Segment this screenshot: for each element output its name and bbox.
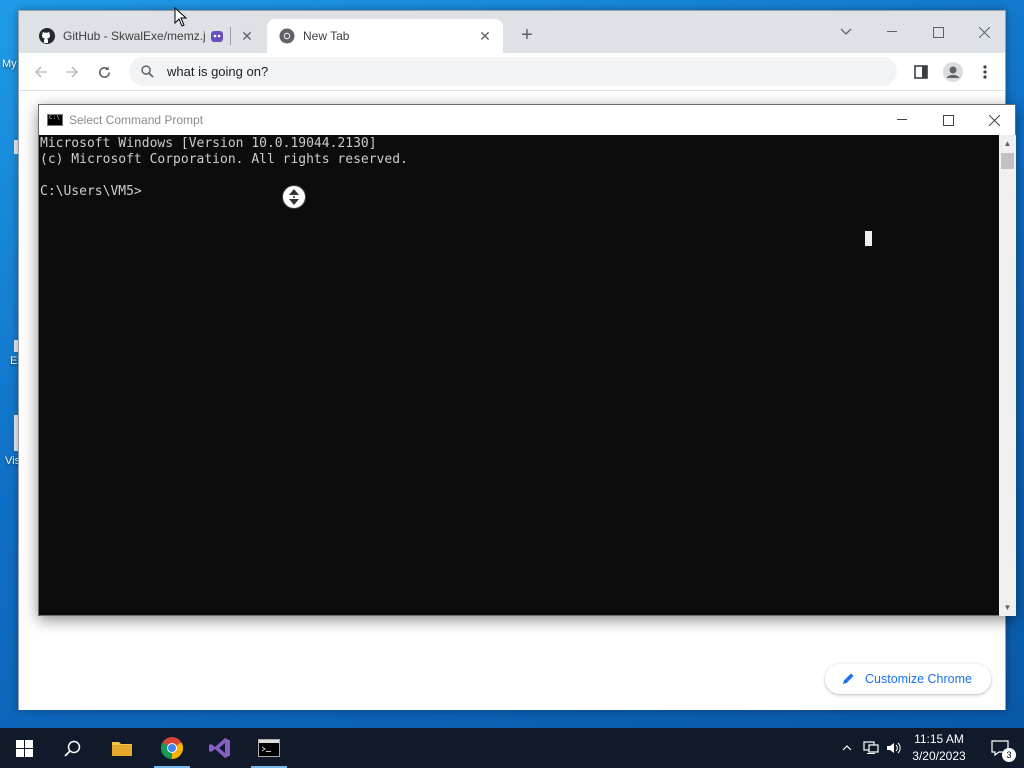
close-tab-icon[interactable]: ✕ <box>477 28 493 44</box>
tab-strip: GitHub - SkwalExe/memz.js: ✕ New Tab ✕ + <box>19 11 1005 53</box>
customize-chrome-button[interactable]: Customize Chrome <box>825 664 991 694</box>
command-prompt-window: Select Command Prompt Microsoft Windows … <box>38 104 1016 616</box>
cmd-minimize-button[interactable] <box>879 105 925 135</box>
cmd-title-bar[interactable]: Select Command Prompt <box>39 105 1015 135</box>
cmd-scrollbar[interactable]: ▲ ▼ <box>999 135 1016 616</box>
reload-button[interactable] <box>92 60 116 84</box>
cmd-window-title: Select Command Prompt <box>69 113 204 127</box>
scroll-down-arrow-icon[interactable]: ▼ <box>999 599 1016 616</box>
system-clock[interactable]: 11:15 AM 3/20/2023 <box>906 731 972 765</box>
windows-logo-icon <box>15 739 33 757</box>
omnibox[interactable]: what is going on? <box>129 57 897 86</box>
cmd-close-button[interactable] <box>971 105 1017 135</box>
command-prompt-icon <box>47 114 63 126</box>
new-tab-button[interactable]: + <box>517 25 537 45</box>
taskbar: 11:15 AM 3/20/2023 3 <box>0 728 1024 768</box>
memz-emoji-icon <box>210 29 224 43</box>
chrome-icon <box>279 28 295 44</box>
clock-time: 11:15 AM <box>914 732 964 746</box>
console-output[interactable]: Microsoft Windows [Version 10.0.19044.21… <box>39 135 999 615</box>
search-icon <box>139 64 155 80</box>
mouse-pointer-icon <box>174 6 188 27</box>
taskbar-search-icon[interactable] <box>48 728 96 768</box>
console-line: Microsoft Windows [Version 10.0.19044.21… <box>40 136 377 151</box>
scrollbar-thumb[interactable] <box>1001 153 1014 169</box>
tab-title: GitHub - SkwalExe/memz.js: <box>63 29 206 43</box>
scroll-up-arrow-icon[interactable]: ▲ <box>999 135 1016 152</box>
desktop-icon-label[interactable]: My <box>2 58 17 70</box>
console-prompt: C:\Users\VM5> <box>40 184 142 199</box>
cmd-maximize-button[interactable] <box>925 105 971 135</box>
taskbar-command-prompt-icon[interactable] <box>245 728 293 768</box>
tab-separator <box>230 27 231 45</box>
desktop-icon-label[interactable]: E <box>10 355 17 367</box>
omnibox-text: what is going on? <box>167 64 269 79</box>
tab-search-icon[interactable] <box>823 17 869 47</box>
console-line: (c) Microsoft Corporation. All rights re… <box>40 152 408 167</box>
toolbar: what is going on? <box>19 53 1005 91</box>
close-tab-icon[interactable]: ✕ <box>239 28 255 44</box>
github-icon <box>39 28 55 44</box>
tab-title: New Tab <box>303 29 350 43</box>
taskbar-chrome-icon[interactable] <box>148 728 196 768</box>
minimize-button[interactable] <box>869 17 915 47</box>
tab-github[interactable]: GitHub - SkwalExe/memz.js: ✕ <box>27 19 265 53</box>
close-window-button[interactable] <box>961 17 1007 47</box>
file-explorer-icon[interactable] <box>98 728 146 768</box>
back-button[interactable] <box>29 60 53 84</box>
forward-button[interactable] <box>60 60 84 84</box>
clock-date: 3/20/2023 <box>912 749 966 763</box>
network-icon[interactable] <box>860 728 882 768</box>
action-center-icon[interactable]: 3 <box>980 728 1020 768</box>
menu-kebab-icon[interactable] <box>973 60 997 84</box>
start-button[interactable] <box>0 728 48 768</box>
autoscroll-icon <box>282 185 306 209</box>
volume-icon[interactable] <box>884 728 904 768</box>
profile-avatar-icon[interactable] <box>941 60 965 84</box>
text-cursor <box>865 231 872 246</box>
customize-chrome-label: Customize Chrome <box>865 672 972 686</box>
tray-overflow-chevron-icon[interactable] <box>838 728 856 768</box>
side-panel-icon[interactable] <box>909 60 933 84</box>
notification-count-badge: 3 <box>1002 748 1016 762</box>
pencil-icon <box>841 672 855 686</box>
maximize-button[interactable] <box>915 17 961 47</box>
visual-studio-icon[interactable] <box>196 728 244 768</box>
tab-new-tab[interactable]: New Tab ✕ <box>267 19 503 53</box>
